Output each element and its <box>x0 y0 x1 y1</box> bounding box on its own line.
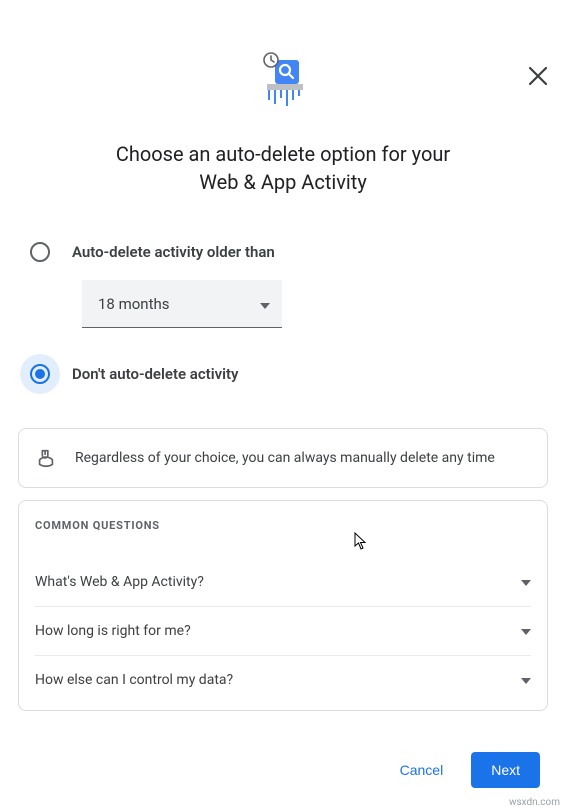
radio-selected-icon[interactable] <box>30 364 50 384</box>
chevron-down-icon <box>260 295 270 313</box>
info-card: Regardless of your choice, you can alway… <box>18 428 548 488</box>
faq-question: How else can I control my data? <box>35 672 233 688</box>
hero: Choose an auto-delete option for your We… <box>0 50 566 196</box>
option-label: Auto-delete activity older than <box>72 243 275 261</box>
option-label: Don't auto-delete activity <box>72 365 239 383</box>
faq-question: What's Web & App Activity? <box>35 574 204 590</box>
radio-unselected-icon[interactable] <box>30 242 50 262</box>
title-line-2: Web & App Activity <box>116 168 450 196</box>
option-auto-delete-older[interactable]: Auto-delete activity older than <box>18 232 548 272</box>
footer-actions: Cancel Next <box>380 752 540 788</box>
chevron-down-icon <box>521 623 531 639</box>
manual-delete-icon <box>35 447 57 469</box>
chevron-down-icon <box>521 574 531 590</box>
faq-question: How long is right for me? <box>35 623 191 639</box>
shredder-search-icon <box>251 50 315 114</box>
faq-item-2[interactable]: How else can I control my data? <box>35 655 531 704</box>
cancel-button[interactable]: Cancel <box>380 752 464 788</box>
options-group: Auto-delete activity older than 18 month… <box>0 232 566 394</box>
title-line-1: Choose an auto-delete option for your <box>116 140 450 168</box>
close-icon <box>529 67 547 89</box>
chevron-down-icon <box>521 672 531 688</box>
close-button[interactable] <box>526 66 550 90</box>
option-dont-auto-delete[interactable]: Don't auto-delete activity <box>18 354 548 394</box>
faq-header: COMMON QUESTIONS <box>35 519 531 532</box>
page-title: Choose an auto-delete option for your We… <box>116 140 450 196</box>
info-text: Regardless of your choice, you can alway… <box>75 450 495 466</box>
watermark: wsxdn.com <box>509 797 560 808</box>
faq-card: COMMON QUESTIONS What's Web & App Activi… <box>18 500 548 711</box>
next-button[interactable]: Next <box>471 752 540 788</box>
duration-dropdown[interactable]: 18 months <box>82 280 282 328</box>
dropdown-value: 18 months <box>98 295 169 313</box>
faq-item-1[interactable]: How long is right for me? <box>35 606 531 655</box>
faq-item-0[interactable]: What's Web & App Activity? <box>35 558 531 606</box>
